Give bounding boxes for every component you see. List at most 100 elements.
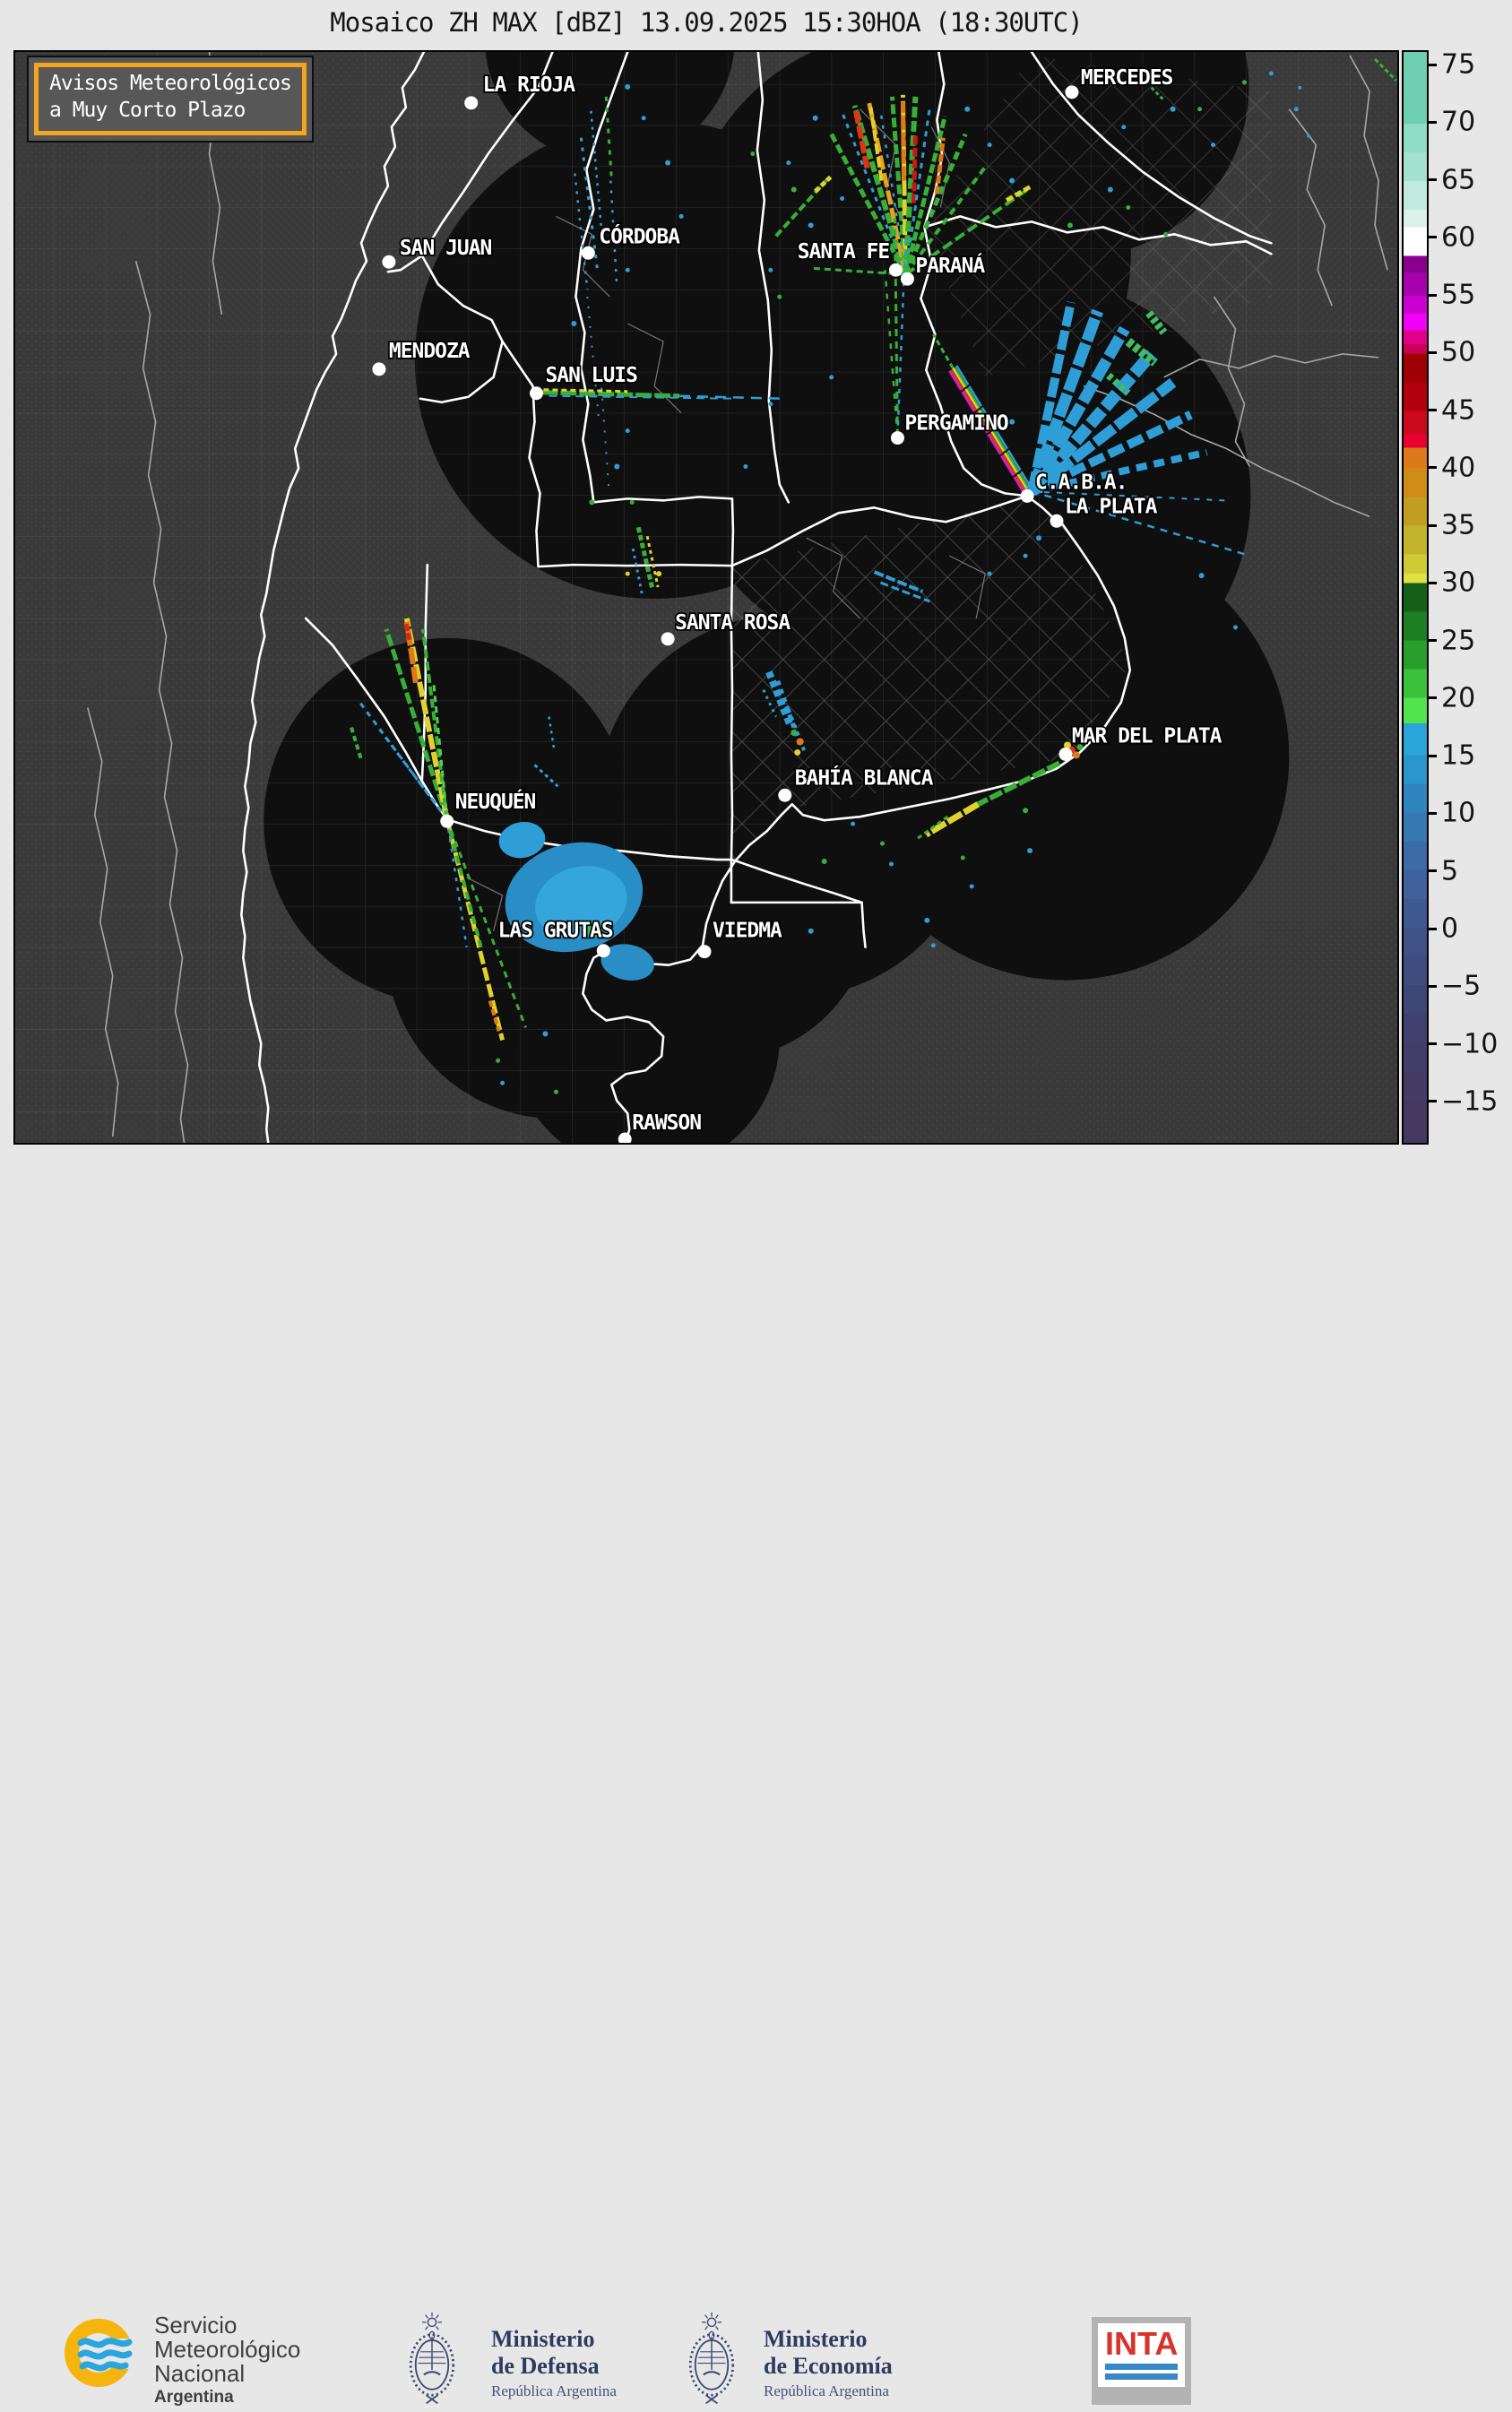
- city-label: MERCEDES: [1081, 66, 1173, 90]
- radar-echo-speck: [777, 294, 782, 299]
- city-label: SANTA FE: [798, 240, 890, 264]
- radar-echo-speck: [796, 738, 804, 746]
- radar-echo-speck: [542, 1031, 549, 1037]
- colorbar-tick-mark: [1429, 639, 1437, 643]
- defensa-coat-of-arms: [409, 2312, 455, 2405]
- radar-echo-speck: [1126, 204, 1131, 210]
- colorbar-tick-mark: [1429, 466, 1437, 470]
- city-label: PERGAMINO: [904, 412, 1007, 436]
- radar-echo-speck: [1197, 107, 1203, 112]
- inta-stripe-1: [1105, 2364, 1179, 2370]
- colorbar-tick-label: 15: [1441, 739, 1476, 772]
- radar-echo-speck: [571, 321, 577, 326]
- radar-echo-speck: [500, 1080, 505, 1085]
- colorbar-tick-mark: [1429, 120, 1437, 124]
- radar-echo-speck: [879, 841, 885, 846]
- radar-echo-speck: [1268, 71, 1274, 76]
- radar-echo-speck: [821, 859, 827, 865]
- radar-echo-speck: [888, 861, 894, 867]
- colorbar-tick-label: 25: [1441, 625, 1476, 657]
- city-label: LA PLATA: [1065, 495, 1158, 518]
- colorbar-tick-mark: [1429, 1100, 1437, 1103]
- radar-echo-speck: [829, 375, 834, 380]
- city-dot: [1050, 514, 1064, 528]
- city-dot: [1058, 747, 1073, 761]
- alert-overlay-inner: Avisos Meteorológicos a Muy Corto Plazo: [34, 63, 307, 135]
- colorbar-tick-label: 10: [1441, 797, 1476, 829]
- smn-line-2: Meteorológico: [154, 2336, 301, 2363]
- colorbar-tick-label: 20: [1441, 682, 1476, 714]
- radar-echo-speck: [851, 821, 856, 826]
- radar-echo-speck: [1009, 177, 1015, 184]
- city-label: SAN JUAN: [400, 237, 492, 260]
- radar-echo-speck: [1023, 553, 1028, 558]
- radar-echo-speck: [808, 928, 814, 934]
- colorbar-tick-label: 70: [1441, 106, 1476, 138]
- smn-logo-icon: [65, 2319, 143, 2387]
- colorbar-tick-mark: [1429, 754, 1437, 757]
- radar-echo-speck: [969, 884, 974, 889]
- colorbar-tick-mark: [1429, 927, 1437, 930]
- radar-echo-speck: [678, 213, 684, 219]
- colorbar-tick-label: 30: [1441, 566, 1476, 599]
- city-dot: [581, 246, 595, 260]
- city-dot: [697, 945, 712, 959]
- radar-echo-speck: [625, 428, 630, 434]
- radar-echo-speck: [589, 499, 595, 506]
- colorbar-tick-mark: [1429, 236, 1437, 239]
- colorbar-tick-mark: [1429, 178, 1437, 182]
- radar-echo-speck: [496, 1058, 501, 1063]
- colorbar-tick-label: 50: [1441, 336, 1476, 368]
- page-title: Mosaico ZH MAX [dBZ] 13.09.2025 15:30HOA…: [330, 7, 1083, 38]
- colorbar-tick-mark: [1429, 696, 1437, 700]
- city-dot: [372, 362, 386, 376]
- city-dot: [778, 788, 792, 802]
- footer: Servicio Meteorológico Nacional Argentin…: [0, 1145, 1512, 2407]
- colorbar-tick-label: −10: [1441, 1028, 1499, 1060]
- city-label: SAN LUIS: [545, 364, 637, 387]
- radar-echo-speck: [665, 160, 671, 166]
- city-dot: [888, 263, 903, 277]
- city-label: BAHÍA BLANCA: [795, 765, 934, 790]
- radar-echo-speck: [1107, 186, 1113, 193]
- radar-echo-speck: [960, 855, 965, 860]
- radar-echo-speck: [1027, 848, 1033, 854]
- radar-echo-speck: [641, 116, 646, 121]
- city-label: LAS GRUTAS: [498, 920, 613, 943]
- defensa-line-1: Ministerio: [491, 2326, 595, 2352]
- inta-stripe-2: [1105, 2373, 1179, 2380]
- city-dot: [596, 944, 610, 958]
- radar-echo-speck: [1211, 143, 1216, 148]
- radar-echo-speck: [808, 222, 814, 229]
- colorbar-tick-mark: [1429, 1042, 1437, 1046]
- radar-mosaic-map: LA RIOJA MERCEDES SAN JUAN CÓRDOBA SANTA FE P…: [13, 50, 1399, 1145]
- radar-echo-speck: [656, 571, 662, 577]
- defensa-text: Ministerio de Defensa República Argentin…: [491, 2326, 617, 2400]
- colorbar-tick-label: −5: [1441, 970, 1482, 1002]
- colorbar-tick-label: 55: [1441, 279, 1476, 311]
- radar-echo-speck: [1009, 419, 1015, 425]
- city-dot: [1020, 488, 1034, 503]
- radar-echo-speck: [794, 748, 801, 756]
- radar-echo-speck: [964, 106, 971, 112]
- alert-line-1: Avisos Meteorológicos: [49, 72, 292, 95]
- colorbar-tick-mark: [1429, 409, 1437, 412]
- radar-echo-speck: [614, 463, 620, 470]
- colorbar-tick-mark: [1429, 350, 1437, 354]
- radar-echo-speck: [1298, 85, 1302, 90]
- smn-line-4: Argentina: [154, 2388, 234, 2407]
- radar-echo-speck: [930, 943, 936, 948]
- radar-echo-speck: [625, 571, 630, 576]
- colorbar-tick-label: 65: [1441, 164, 1476, 196]
- colorbar-tick-mark: [1429, 523, 1437, 527]
- radar-echo-speck: [629, 499, 635, 505]
- radar-echo-speck: [1241, 80, 1247, 85]
- alert-line-2: a Muy Corto Plazo: [49, 98, 246, 122]
- smn-line-1: Servicio: [154, 2312, 238, 2339]
- radar-echo-speck: [625, 267, 630, 272]
- colorbar-tick-label: 40: [1441, 452, 1476, 484]
- radar-echo-speck: [743, 463, 748, 469]
- city-label: LA RIOJA: [483, 73, 576, 97]
- radar-echo-speck: [750, 151, 756, 157]
- radar-echo-speck: [1198, 573, 1205, 579]
